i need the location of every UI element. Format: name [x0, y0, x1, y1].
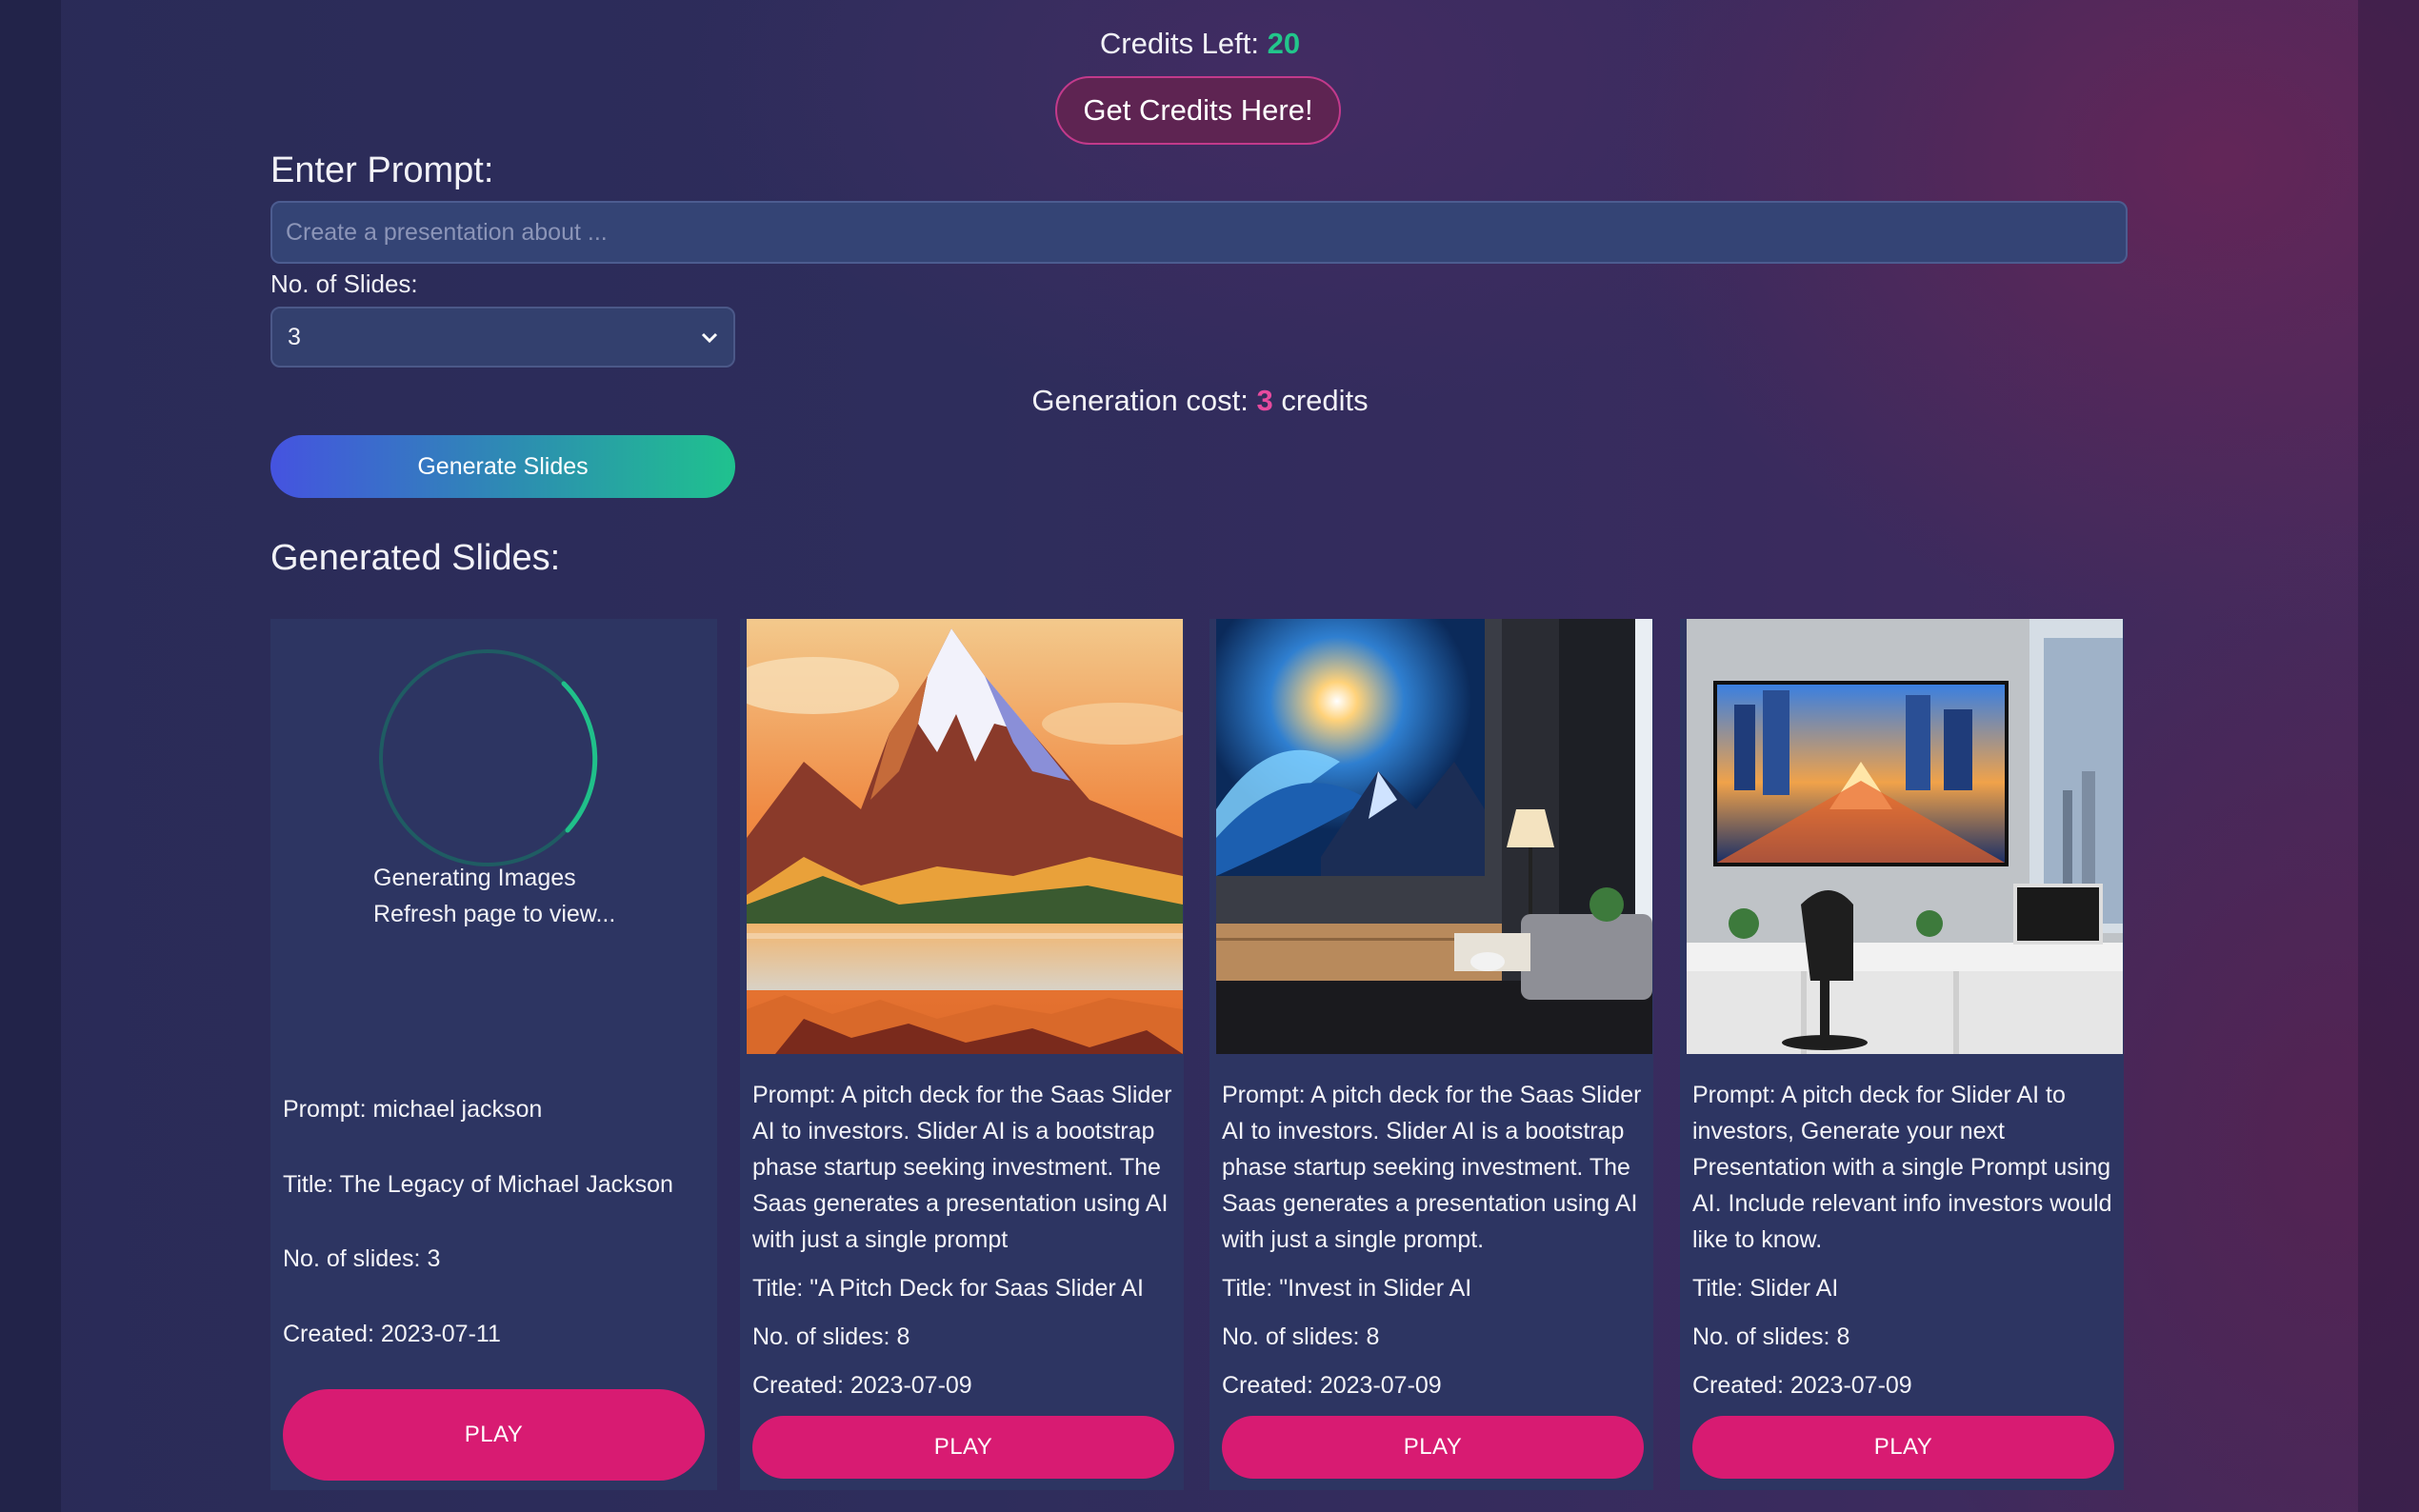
- card-created-date: Created: 2023-07-09: [752, 1372, 972, 1399]
- play-button[interactable]: PLAY: [283, 1389, 705, 1481]
- play-button[interactable]: PLAY: [1692, 1416, 2114, 1479]
- refresh-hint: Refresh page to view...: [373, 901, 616, 927]
- generating-status: Generating Images Refresh page to view..…: [373, 860, 615, 932]
- slide-card: Prompt: A pitch deck for the Saas Slider…: [740, 619, 1184, 1490]
- card-prompt: Prompt: michael jackson: [283, 1096, 543, 1123]
- chevron-down-icon: [701, 325, 718, 349]
- slide-card: Prompt: A pitch deck for Slider AI to in…: [1680, 619, 2124, 1490]
- slide-thumbnail-office[interactable]: [1687, 619, 2123, 1054]
- card-slide-count: No. of slides: 8: [1692, 1323, 1850, 1350]
- card-created-date: Created: 2023-07-09: [1692, 1372, 1912, 1399]
- generate-slides-button[interactable]: Generate Slides: [270, 435, 735, 498]
- card-title: Title: The Legacy of Michael Jackson: [283, 1171, 673, 1198]
- slide-thumbnail-living-room[interactable]: [1216, 619, 1652, 1054]
- credits-value: 20: [1267, 27, 1301, 60]
- slide-card-generating: Generating Images Refresh page to view..…: [270, 619, 717, 1490]
- generated-slides-heading: Generated Slides:: [270, 538, 561, 578]
- prompt-label: Enter Prompt:: [270, 150, 494, 190]
- card-slide-count: No. of slides: 8: [1222, 1323, 1380, 1350]
- generation-cost-prefix: Generation cost:: [1031, 384, 1249, 417]
- generating-status-line: Generating Images: [373, 865, 576, 891]
- card-prompt: Prompt: A pitch deck for the Saas Slider…: [752, 1082, 1172, 1253]
- slides-count-select[interactable]: 3: [270, 307, 735, 368]
- generation-cost-suffix: credits: [1281, 384, 1369, 417]
- credits-label: Credits Left:: [1099, 27, 1259, 60]
- generation-cost-value: 3: [1256, 384, 1273, 417]
- slide-thumbnail-mountain[interactable]: [747, 619, 1183, 1054]
- card-created-date: Created: 2023-07-11: [283, 1321, 501, 1347]
- background-shade-right: [2358, 0, 2419, 1512]
- card-prompt: Prompt: A pitch deck for Slider AI to in…: [1692, 1082, 2112, 1253]
- play-button[interactable]: PLAY: [752, 1416, 1174, 1479]
- get-credits-button[interactable]: Get Credits Here!: [1055, 76, 1341, 145]
- slides-count-label: No. of Slides:: [270, 269, 418, 298]
- card-slide-count: No. of slides: 3: [283, 1245, 441, 1272]
- prompt-input[interactable]: [270, 201, 2128, 264]
- card-title: Title: "A Pitch Deck for Saas Slider AI: [752, 1275, 1144, 1302]
- play-button[interactable]: PLAY: [1222, 1416, 1644, 1479]
- card-slide-count: No. of slides: 8: [752, 1323, 910, 1350]
- card-title: Title: "Invest in Slider AI: [1222, 1275, 1472, 1302]
- slides-count-value: 3: [288, 323, 301, 350]
- loading-spinner-icon: [373, 644, 602, 877]
- generation-cost: Generation cost: 3 credits: [0, 384, 2400, 418]
- slide-card: Prompt: A pitch deck for the Saas Slider…: [1210, 619, 1653, 1490]
- card-prompt: Prompt: A pitch deck for the Saas Slider…: [1222, 1082, 1642, 1253]
- credits-display: Credits Left: 20: [0, 27, 2400, 61]
- card-title: Title: Slider AI: [1692, 1275, 1839, 1302]
- card-created-date: Created: 2023-07-09: [1222, 1372, 1442, 1399]
- background-shade-left: [0, 0, 61, 1512]
